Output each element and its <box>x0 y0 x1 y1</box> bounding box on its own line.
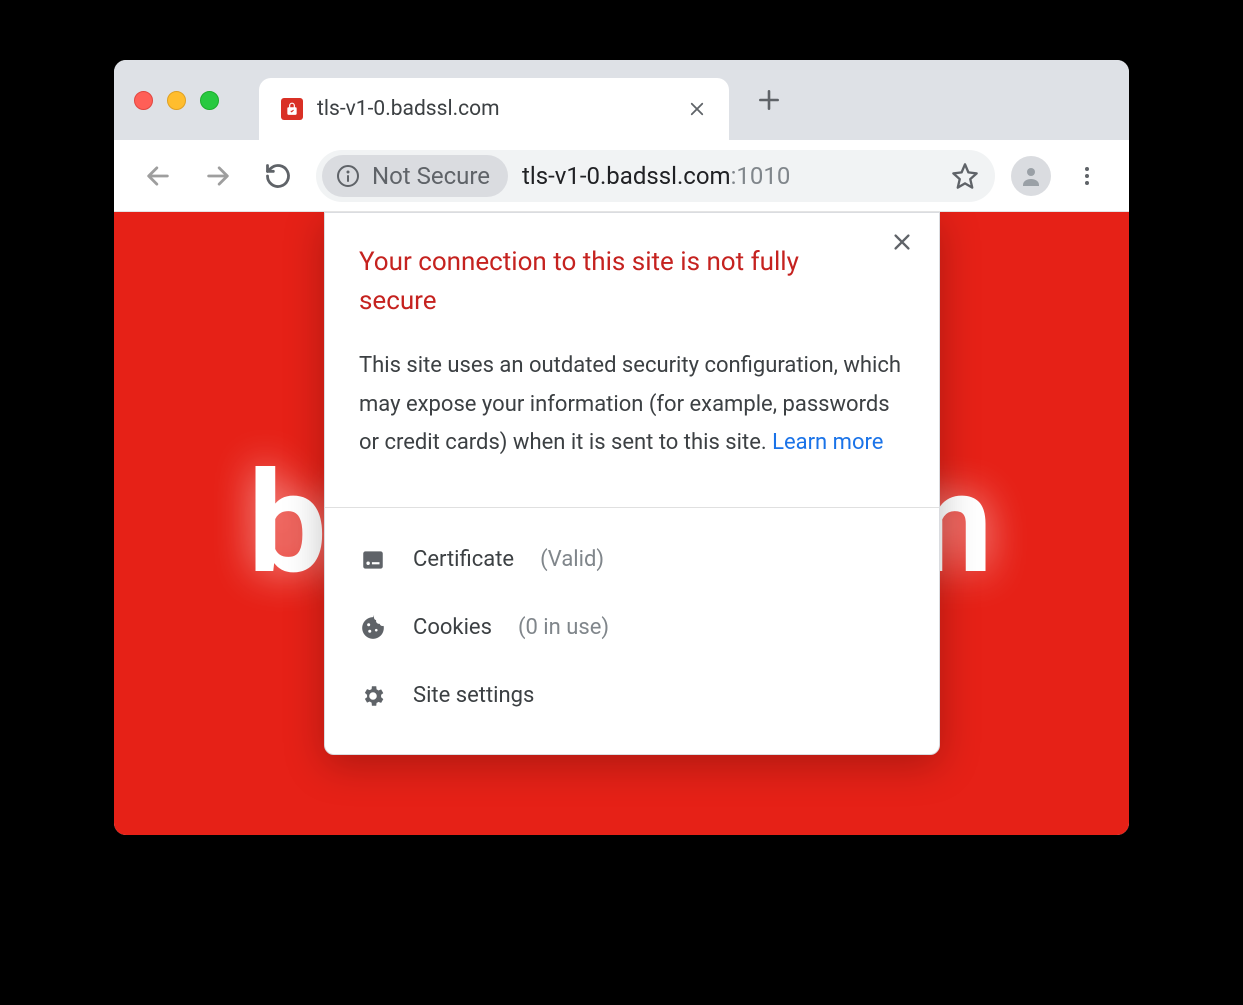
back-button[interactable] <box>136 154 180 198</box>
browser-window: tls-v1-0.badssl.com Not Secure <box>114 60 1129 835</box>
lock-insecure-icon <box>281 98 303 120</box>
content-area: badssl.com Your connection to this site … <box>114 212 1129 835</box>
certificate-label: Certificate <box>413 547 514 572</box>
tab-strip: tls-v1-0.badssl.com <box>114 60 1129 140</box>
cookie-icon <box>359 614 387 642</box>
new-tab-button[interactable] <box>741 72 797 128</box>
divider <box>325 507 939 508</box>
certificate-status: (Valid) <box>540 547 604 572</box>
security-chip[interactable]: Not Secure <box>322 155 508 197</box>
window-minimize-button[interactable] <box>167 91 186 110</box>
cookies-status: (0 in use) <box>518 615 609 640</box>
tab-close-button[interactable] <box>683 95 711 123</box>
tab-title: tls-v1-0.badssl.com <box>317 97 669 121</box>
info-icon <box>336 164 360 188</box>
reload-button[interactable] <box>256 154 300 198</box>
site-settings-label: Site settings <box>413 683 534 708</box>
window-controls <box>134 91 219 110</box>
popup-body: This site uses an outdated security conf… <box>359 347 905 463</box>
menu-button[interactable] <box>1067 156 1107 196</box>
cookies-row[interactable]: Cookies (0 in use) <box>359 594 905 662</box>
security-label: Not Secure <box>372 162 490 190</box>
bookmark-button[interactable] <box>951 162 979 190</box>
certificate-icon <box>359 546 387 574</box>
window-maximize-button[interactable] <box>200 91 219 110</box>
profile-button[interactable] <box>1011 156 1051 196</box>
learn-more-link[interactable]: Learn more <box>772 430 883 455</box>
window-close-button[interactable] <box>134 91 153 110</box>
certificate-row[interactable]: Certificate (Valid) <box>359 526 905 594</box>
toolbar: Not Secure tls-v1-0.badssl.com:1010 <box>114 140 1129 212</box>
url-host: tls-v1-0.badssl.com <box>522 162 731 190</box>
omnibox[interactable]: Not Secure tls-v1-0.badssl.com:1010 <box>316 150 995 202</box>
url-display: tls-v1-0.badssl.com:1010 <box>522 162 790 190</box>
cookies-label: Cookies <box>413 615 492 640</box>
gear-icon <box>359 682 387 710</box>
popup-close-button[interactable] <box>891 231 921 261</box>
tab-active[interactable]: tls-v1-0.badssl.com <box>259 78 729 140</box>
forward-button[interactable] <box>196 154 240 198</box>
security-popup: Your connection to this site is not full… <box>324 212 940 755</box>
popup-title: Your connection to this site is not full… <box>359 243 859 321</box>
url-port: :1010 <box>731 162 791 190</box>
site-settings-row[interactable]: Site settings <box>359 662 905 730</box>
